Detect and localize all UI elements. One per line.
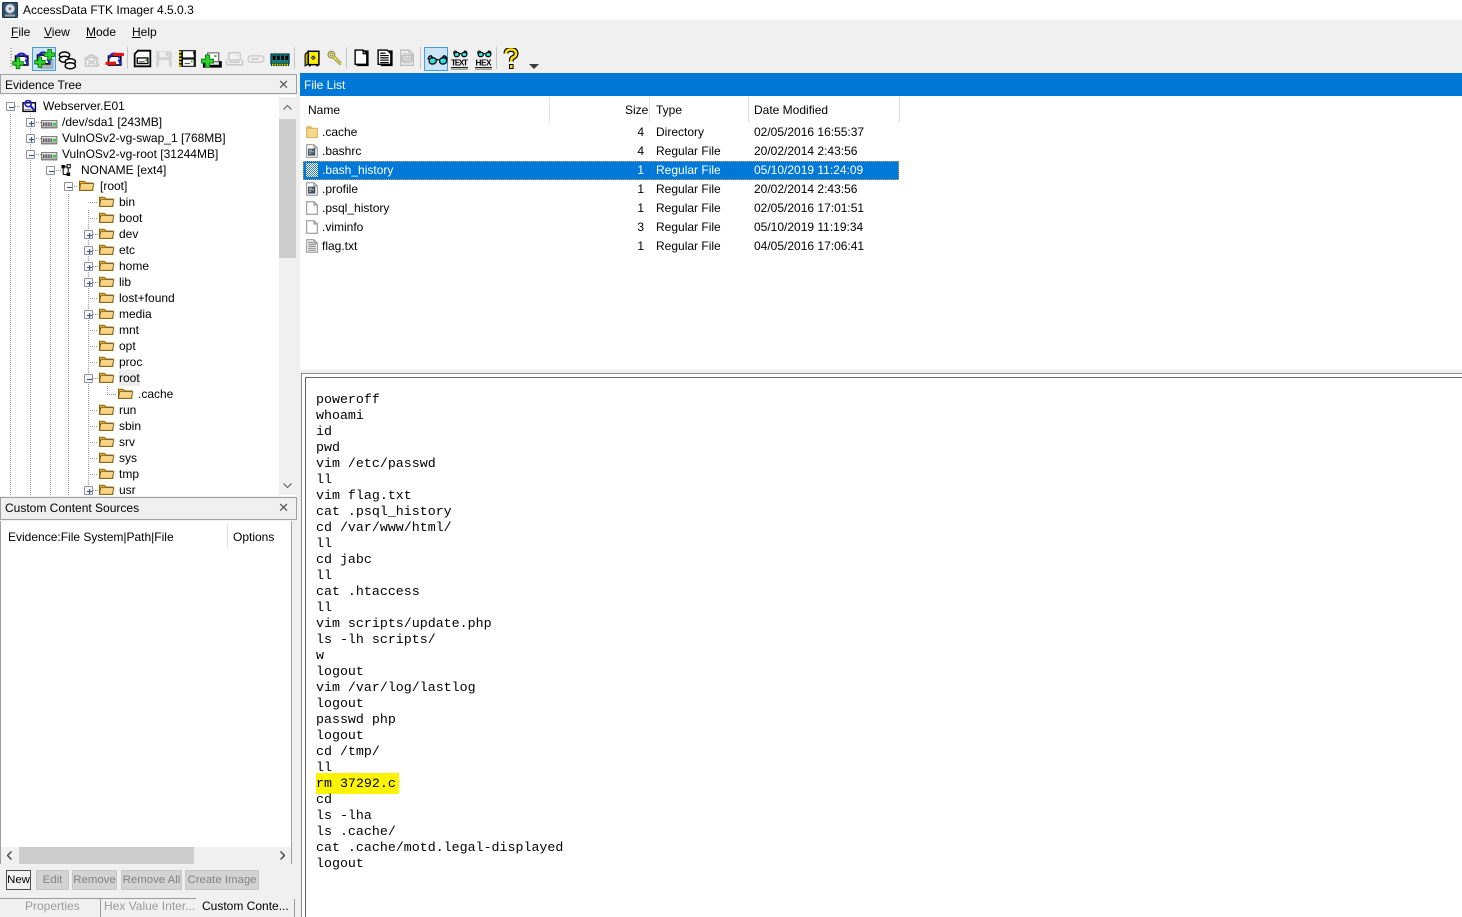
svg-text:HEX: HEX bbox=[476, 59, 493, 68]
svg-text:TEXT: TEXT bbox=[451, 59, 468, 68]
